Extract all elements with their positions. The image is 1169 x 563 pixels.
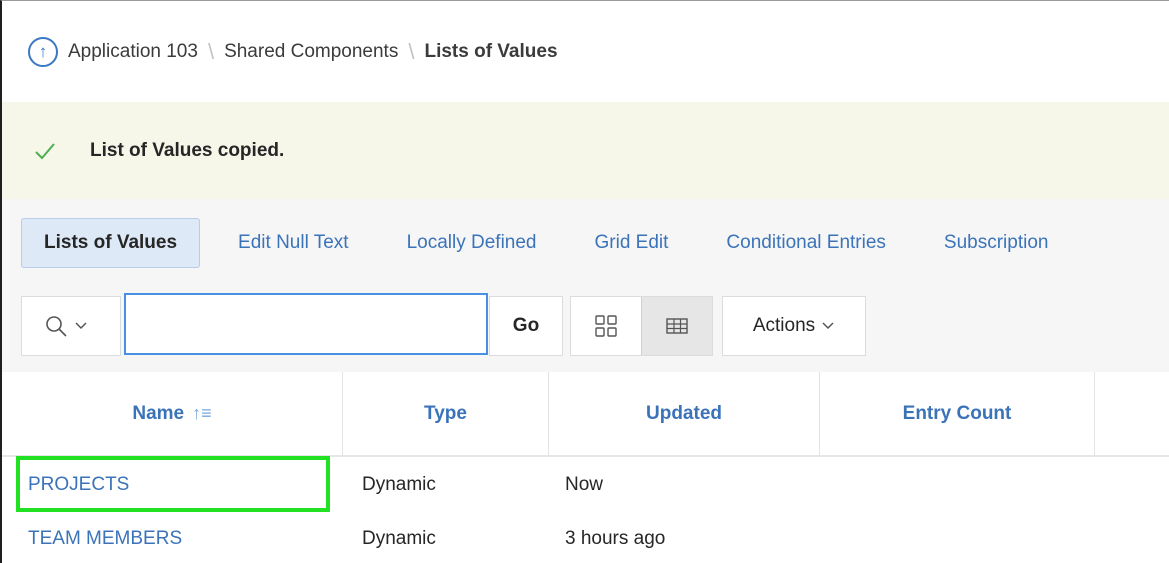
lov-updated: Now — [565, 474, 604, 495]
report-toolbar: Go Actions — [2, 286, 1169, 373]
breadcrumb-separator: \ — [408, 38, 415, 64]
column-header-label: Name — [132, 402, 185, 424]
actions-label: Actions — [752, 315, 816, 336]
icon-view-button[interactable] — [571, 297, 641, 355]
lov-type: Dynamic — [362, 474, 436, 495]
view-toggle — [570, 296, 713, 356]
breadcrumb-separator: \ — [207, 38, 215, 64]
chevron-down-icon — [75, 322, 87, 330]
table-view-icon — [666, 318, 688, 334]
table-row: PROJECTS Dynamic Now — [2, 459, 1169, 511]
report-view-button[interactable] — [641, 297, 712, 355]
lov-name-link[interactable]: TEAM MEMBERS — [28, 528, 182, 549]
tab-locally-defined[interactable]: Locally Defined — [407, 232, 537, 254]
tab-bar: Lists of Values Edit Null Text Locally D… — [2, 199, 1169, 286]
tab-conditional-entries[interactable]: Conditional Entries — [726, 232, 885, 254]
checkmark-icon — [35, 142, 55, 159]
lov-updated: 3 hours ago — [565, 528, 666, 549]
column-header-extra — [1095, 372, 1169, 455]
sort-ascending-icon: ↑≡ — [192, 403, 212, 423]
breadcrumb-current: Lists of Values — [424, 40, 558, 62]
tab-lists-of-values[interactable]: Lists of Values — [21, 217, 201, 268]
table-header: Name ↑≡ Type Updated Entry Count — [2, 372, 1169, 457]
tab-subscription[interactable]: Subscription — [944, 232, 1049, 254]
tab-grid-edit[interactable]: Grid Edit — [595, 232, 669, 254]
actions-menu-button[interactable]: Actions — [722, 296, 866, 356]
lov-type: Dynamic — [362, 528, 436, 549]
search-icon — [46, 316, 67, 337]
breadcrumb-application[interactable]: Application 103 — [68, 41, 198, 63]
go-button[interactable]: Go — [489, 296, 563, 356]
breadcrumb-shared-components[interactable]: Shared Components — [224, 41, 398, 63]
lov-name-link[interactable]: PROJECTS — [28, 474, 129, 495]
grid-view-icon — [595, 315, 617, 337]
tab-edit-null-text[interactable]: Edit Null Text — [238, 232, 349, 254]
table-row: TEAM MEMBERS Dynamic 3 hours ago — [2, 513, 1169, 563]
alert-message: List of Values copied. — [90, 139, 285, 161]
column-header-type[interactable]: Type — [343, 372, 549, 455]
chevron-down-icon — [822, 322, 834, 330]
search-column-menu[interactable] — [21, 296, 121, 356]
column-header-entry-count[interactable]: Entry Count — [820, 372, 1095, 455]
column-header-name[interactable]: Name ↑≡ — [2, 372, 343, 455]
app-window: ↑ Application 103 \ Shared Components \ … — [0, 0, 1169, 563]
search-input[interactable] — [124, 293, 488, 355]
up-arrow-icon[interactable]: ↑ — [28, 36, 58, 67]
success-alert: List of Values copied. — [2, 102, 1169, 200]
breadcrumb: ↑ Application 103 \ Shared Components \ … — [2, 1, 1169, 103]
column-header-updated[interactable]: Updated — [549, 372, 820, 455]
